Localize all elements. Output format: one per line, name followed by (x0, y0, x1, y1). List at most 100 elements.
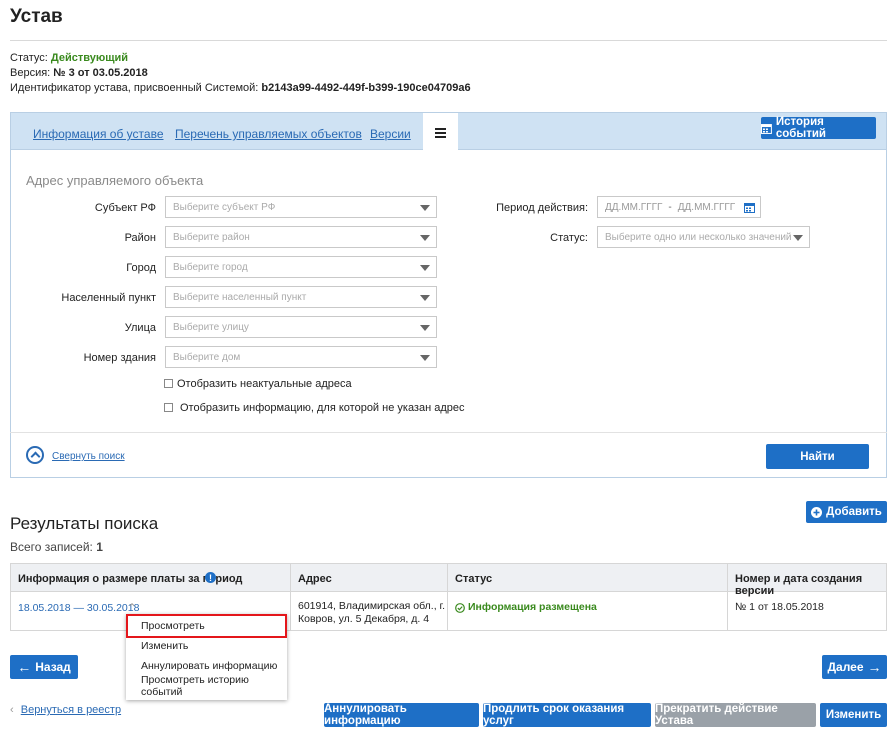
menu-item-annul[interactable]: Аннулировать информацию (126, 656, 287, 676)
row-status-text: Информация размещена (468, 601, 597, 613)
menu-item-edit[interactable]: Изменить (126, 636, 287, 656)
column-header-address: Адрес (298, 573, 332, 585)
no-address-checkbox[interactable] (164, 403, 173, 412)
find-button[interactable]: Найти (766, 444, 869, 469)
calendar-icon[interactable] (744, 202, 755, 213)
tab-charter-info[interactable]: Информация об уставе (33, 127, 164, 141)
district-select[interactable]: Выберите район (165, 226, 437, 248)
total-label: Всего записей: (10, 540, 93, 554)
add-button[interactable]: Добавить (806, 501, 887, 523)
inactive-addresses-label: Отобразить неактуальные адреса (177, 378, 352, 390)
check-circle-icon (455, 602, 465, 613)
subject-select[interactable]: Выберите субъект РФ (165, 196, 437, 218)
chevron-down-icon (420, 355, 430, 361)
extend-term-button[interactable]: Продлить срок оказания услуг (483, 703, 651, 727)
period-input[interactable]: ДД.ММ.ГГГГ - ДД.ММ.ГГГГ (597, 196, 761, 218)
edit-button[interactable]: Изменить (820, 703, 887, 727)
status-placeholder: Выберите одно или несколько значений (605, 231, 792, 243)
row-address: 601914, Владимирская обл., г. Ковров, ул… (298, 600, 445, 626)
column-divider (290, 563, 291, 631)
period-separator: - (668, 201, 672, 213)
period-to: ДД.ММ.ГГГГ (677, 201, 736, 213)
column-divider (447, 563, 448, 631)
status-value: Действующий (50, 52, 129, 64)
column-divider (727, 563, 728, 631)
row-address-line1: 601914, Владимирская обл., г. (298, 600, 445, 612)
district-placeholder: Выберите район (173, 231, 250, 243)
street-select[interactable]: Выберите улицу (165, 316, 437, 338)
street-placeholder: Выберите улицу (173, 321, 249, 333)
event-history-label: История событий (775, 116, 826, 140)
next-button[interactable]: Далее → (822, 655, 887, 679)
arrow-right-icon: → (867, 659, 882, 675)
total-value: 1 (96, 540, 103, 554)
calendar-icon (761, 123, 772, 134)
menu-highlight-box (126, 614, 287, 638)
status-line: Статус: Действующий (10, 52, 128, 64)
inactive-addresses-checkbox[interactable] (164, 379, 173, 388)
menu-item-history[interactable]: Просмотреть историю событий (126, 674, 287, 698)
status-select[interactable]: Выберите одно или несколько значений (597, 226, 810, 248)
settlement-select[interactable]: Выберите населенный пункт (165, 286, 437, 308)
chevron-down-icon (420, 205, 430, 211)
version-value: № 3 от 03.05.2018 (53, 67, 148, 79)
address-section-title: Адрес управляемого объекта (26, 173, 204, 188)
chevron-down-icon (420, 295, 430, 301)
column-header-status: Статус (455, 573, 493, 585)
row-version: № 1 от 18.05.2018 (735, 601, 824, 613)
building-label: Номер здания (83, 352, 156, 364)
settlement-label: Населенный пункт (61, 292, 156, 304)
city-select[interactable]: Выберите город (165, 256, 437, 278)
street-label: Улица (124, 322, 156, 334)
title-divider (10, 40, 887, 41)
terminate-charter-button[interactable]: Прекратить действие Устава (655, 703, 816, 727)
settlement-placeholder: Выберите населенный пункт (173, 291, 307, 303)
page-title: Устав (10, 6, 63, 27)
collapse-search-link[interactable]: Свернуть поиск (52, 451, 125, 462)
no-address-label: Отобразить информацию, для которой не ук… (180, 402, 465, 414)
chevron-down-icon (420, 265, 430, 271)
row-period-link[interactable]: 18.05.2018 — 30.05.2018 (18, 602, 139, 615)
chevron-down-icon (420, 325, 430, 331)
row-status: Информация размещена (455, 601, 597, 614)
period-from: ДД.ММ.ГГГГ (605, 201, 663, 213)
row-address-line2: Ковров, ул. 5 Декабря, д. 4 (298, 613, 430, 625)
chevron-left-icon: ‹ (10, 704, 14, 716)
return-to-registry[interactable]: ‹ Вернуться в реестр (10, 704, 121, 716)
district-label: Район (124, 232, 156, 244)
period-label: Период действия: (496, 202, 588, 214)
back-label: Назад (35, 660, 71, 674)
building-select[interactable]: Выберите дом (165, 346, 437, 368)
chevron-up-icon[interactable] (26, 446, 44, 464)
subject-placeholder: Выберите субъект РФ (173, 201, 276, 213)
add-label: Добавить (826, 506, 882, 518)
city-label: Город (126, 262, 156, 274)
version-line: Версия: № 3 от 03.05.2018 (10, 67, 148, 79)
arrow-left-icon: ← (17, 659, 32, 675)
list-menu-icon (435, 128, 446, 140)
chevron-down-icon (420, 235, 430, 241)
tab-versions[interactable]: Версии (370, 127, 411, 141)
building-placeholder: Выберите дом (173, 351, 241, 363)
tab-managed-objects[interactable]: Перечень управляемых объектов (175, 127, 362, 141)
city-placeholder: Выберите город (173, 261, 248, 273)
version-label: Версия: (10, 67, 51, 79)
plus-circle-icon (811, 506, 823, 518)
id-line: Идентификатор устава, присвоенный Систем… (10, 82, 471, 94)
annul-info-button[interactable]: Аннулировать информацию (324, 703, 479, 727)
panel-divider (10, 432, 887, 433)
id-value: b2143a99-4492-449f-b399-190ce04709a6 (261, 82, 471, 94)
event-history-button[interactable]: История событий (761, 116, 876, 140)
subject-label: Субъект РФ (94, 202, 156, 214)
back-button[interactable]: ← Назад (10, 655, 78, 679)
id-label: Идентификатор устава, присвоенный Систем… (10, 82, 259, 94)
column-header-version: Номер и дата создания версии (735, 573, 863, 597)
chevron-down-icon (793, 235, 803, 241)
next-label: Далее (827, 660, 864, 674)
chevron-up-icon[interactable]: ⌃ (127, 601, 137, 615)
status-filter-label: Статус: (550, 232, 588, 244)
return-link[interactable]: Вернуться в реестр (21, 704, 121, 716)
results-title: Результаты поиска (10, 514, 159, 533)
info-icon[interactable]: ! (205, 572, 216, 583)
status-label: Статус: (10, 52, 48, 64)
